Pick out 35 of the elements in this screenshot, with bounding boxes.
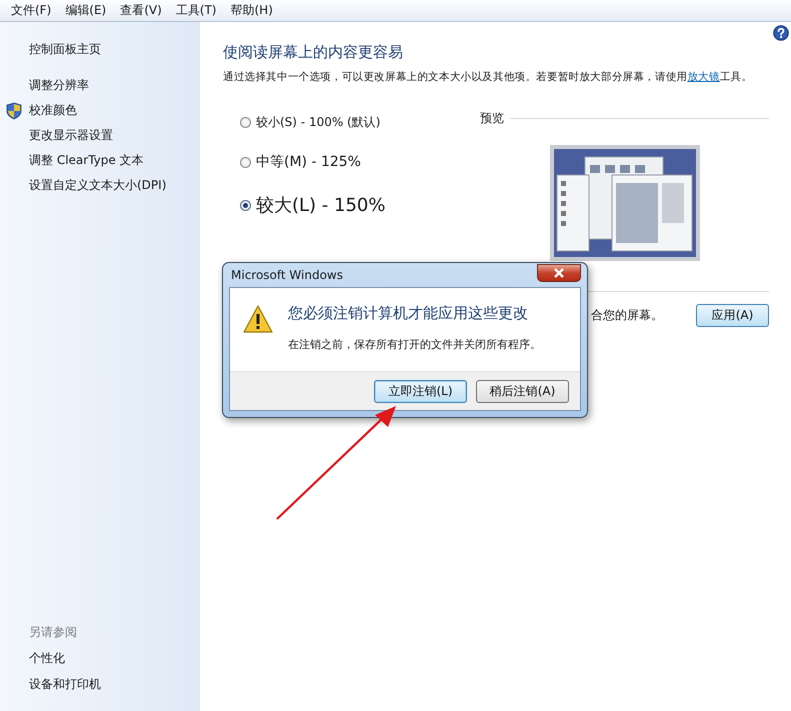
section-heading: 另请参阅 — [29, 624, 78, 641]
radio-option[interactable]: 较大(L) - 150% — [240, 193, 473, 217]
description-text: 通过选择其中一个选项，可以更改屏幕上的文本大小以及其他项。若要暂时放大部分屏幕，请使用放大镜工具。 — [223, 70, 754, 85]
dialog-button[interactable]: 立即注销(L) — [374, 380, 467, 402]
dialog-title: Microsoft Windows — [230, 268, 343, 282]
sidebar-link[interactable]: 个性化 — [29, 650, 200, 667]
page-title: 使阅读屏幕上的内容更容易 — [223, 43, 404, 62]
menu-item[interactable]: 文件(F) — [4, 2, 58, 19]
sidebar-link[interactable]: 调整 ClearType 文本 — [29, 152, 144, 169]
radio-button[interactable] — [240, 200, 251, 210]
sidebar-link[interactable]: 设备和打印机 — [29, 676, 200, 693]
magnifier-link[interactable]: 放大镜 — [687, 71, 720, 83]
sidebar-link[interactable]: 更改显示器设置 — [29, 127, 113, 144]
close-button[interactable] — [537, 264, 581, 282]
warning-icon — [242, 304, 274, 334]
radio-button[interactable] — [240, 117, 251, 128]
dialog-heading: 您必须注销计算机才能应用这些更改 — [288, 304, 529, 323]
dialog-button[interactable]: 稍后注销(A) — [476, 380, 569, 402]
menu-item[interactable]: 查看(V) — [113, 2, 169, 19]
radio-button[interactable] — [240, 156, 251, 168]
dialog-message: 在注销之前，保存所有打开的文件并关闭所有程序。 — [288, 337, 541, 352]
radio-option[interactable]: 中等(M) - 125% — [240, 153, 473, 171]
close-icon — [553, 268, 565, 278]
sidebar-link[interactable]: 控制面板主页 — [29, 41, 101, 58]
sidebar-link[interactable]: 设置自定义文本大小(DPI) — [29, 177, 166, 194]
preview-label: 预览 — [480, 110, 504, 127]
sidebar-link[interactable]: 校准颜色 — [29, 102, 77, 119]
radio-option[interactable]: 较小(S) - 100% (默认) — [240, 114, 473, 131]
hint-text: 合您的屏幕。 — [591, 307, 663, 324]
menu-item[interactable]: 编辑(E) — [58, 2, 114, 19]
menu-item[interactable]: 工具(T) — [168, 2, 224, 19]
menu-item[interactable]: 帮助(H) — [224, 2, 280, 19]
help-icon[interactable] — [773, 25, 789, 41]
apply-button[interactable]: 应用(A) — [696, 304, 769, 327]
sidebar-link[interactable]: 调整分辨率 — [29, 77, 89, 94]
